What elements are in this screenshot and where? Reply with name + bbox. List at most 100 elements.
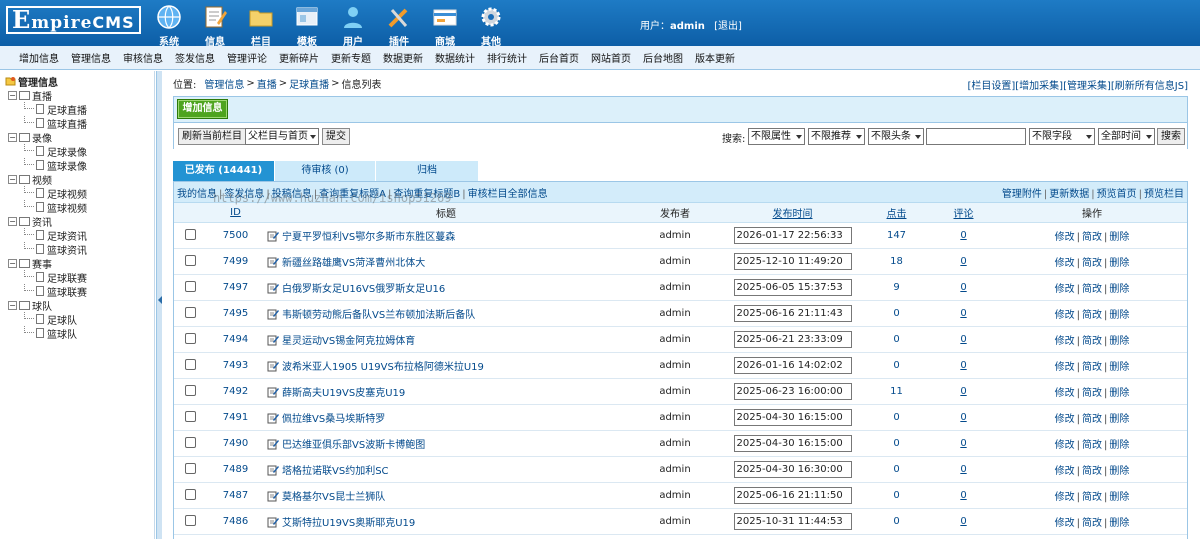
- row-time-input[interactable]: 2025-04-30 16:15:00: [733, 434, 852, 452]
- collapse-toggle-icon[interactable]: −: [8, 132, 17, 142]
- quick-edit-link[interactable]: 简改: [1082, 518, 1102, 529]
- row-title-link[interactable]: 艾斯特拉U19VS奥斯耶克U19: [282, 518, 415, 529]
- row-title-link[interactable]: 韦斯顿劳动熊后备队VS兰布顿加法斯后备队: [282, 310, 475, 321]
- quick-edit-link[interactable]: 简改: [1082, 258, 1102, 269]
- edit-link[interactable]: 修改: [1055, 232, 1075, 243]
- tree-leaf[interactable]: 篮球视频: [0, 200, 154, 215]
- edit-note-icon[interactable]: [267, 334, 279, 346]
- breadcrumb-item[interactable]: 足球直播: [289, 76, 329, 91]
- row-title-link[interactable]: 宁夏平罗恒利VS鄂尔多斯市东胜区蔓森: [282, 232, 455, 243]
- refresh-all-js-link[interactable]: [刷新所有信息JS]: [1111, 81, 1188, 92]
- collapse-toggle-icon[interactable]: −: [8, 300, 17, 310]
- top-nav-pencil-note[interactable]: 信息: [192, 1, 238, 48]
- row-title-link[interactable]: 白俄罗斯女足U16VS俄罗斯女足U16: [282, 284, 445, 295]
- list-link[interactable]: 管理附件: [1002, 189, 1042, 200]
- tree-leaf[interactable]: 足球资讯: [0, 228, 154, 243]
- breadcrumb-item[interactable]: 管理信息: [204, 76, 244, 91]
- edit-link[interactable]: 修改: [1055, 336, 1075, 347]
- menu-item[interactable]: 版本更新: [695, 50, 735, 65]
- row-checkbox[interactable]: [185, 437, 196, 449]
- tree-leaf[interactable]: 足球联赛: [0, 270, 154, 285]
- row-comments-link[interactable]: 0: [960, 516, 966, 527]
- row-comments-link[interactable]: 0: [960, 308, 966, 319]
- breadcrumb-item[interactable]: 直播: [257, 76, 277, 91]
- list-link[interactable]: 更新数据: [1049, 189, 1089, 200]
- tree-node-3[interactable]: − 资讯: [0, 214, 154, 229]
- row-comments-link[interactable]: 0: [960, 282, 966, 293]
- row-time-input[interactable]: 2025-06-23 16:00:00: [733, 382, 852, 400]
- row-title-link[interactable]: 巴达维亚俱乐部VS波斯卡博鲍图: [282, 440, 425, 451]
- quick-edit-link[interactable]: 简改: [1082, 284, 1102, 295]
- delete-link[interactable]: 删除: [1109, 232, 1129, 243]
- row-time-input[interactable]: 2025-06-05 15:37:53: [733, 278, 852, 296]
- tree-leaf[interactable]: 篮球直播: [0, 116, 154, 131]
- row-time-input[interactable]: 2026-01-17 22:56:33: [733, 226, 852, 244]
- edit-link[interactable]: 修改: [1055, 284, 1075, 295]
- list-link[interactable]: 我的信息: [177, 189, 217, 200]
- edit-note-icon[interactable]: [267, 490, 279, 502]
- tree-leaf[interactable]: 足球直播: [0, 102, 154, 117]
- sidebar-splitter[interactable]: [156, 71, 162, 539]
- edit-note-icon[interactable]: [267, 256, 279, 268]
- quick-edit-link[interactable]: 简改: [1082, 336, 1102, 347]
- tree-root[interactable]: 管理信息: [0, 75, 154, 89]
- tree-leaf[interactable]: 篮球联赛: [0, 284, 154, 299]
- collapse-toggle-icon[interactable]: −: [8, 258, 17, 268]
- delete-link[interactable]: 删除: [1109, 258, 1129, 269]
- row-checkbox[interactable]: [185, 411, 196, 423]
- delete-link[interactable]: 删除: [1109, 466, 1129, 477]
- row-title-link[interactable]: 莫格基尔VS昆士兰狮队: [282, 492, 385, 503]
- tree-node-4[interactable]: − 赛事: [0, 256, 154, 271]
- quick-edit-link[interactable]: 简改: [1082, 388, 1102, 399]
- row-title-link[interactable]: 薛斯高夫U19VS皮塞克U19: [282, 388, 405, 399]
- top-nav-gear[interactable]: 其他: [468, 1, 514, 48]
- tab-0[interactable]: 已发布 (14441): [173, 161, 274, 181]
- tree-node-1[interactable]: − 录像: [0, 130, 154, 145]
- col-id[interactable]: ID: [207, 203, 264, 223]
- delete-link[interactable]: 删除: [1109, 336, 1129, 347]
- row-time-input[interactable]: 2025-04-30 16:30:00: [733, 460, 852, 478]
- menu-item[interactable]: 更新专题: [331, 50, 371, 65]
- row-checkbox[interactable]: [185, 515, 196, 527]
- top-nav-folder[interactable]: 栏目: [238, 1, 284, 48]
- menu-item[interactable]: 后台首页: [539, 50, 579, 65]
- column-settings-link[interactable]: [栏目设置]: [967, 81, 1015, 92]
- row-time-input[interactable]: 2025-12-10 11:49:20: [733, 252, 852, 270]
- row-comments-link[interactable]: 0: [960, 360, 966, 371]
- list-link[interactable]: 签发信息: [224, 189, 264, 200]
- edit-link[interactable]: 修改: [1055, 258, 1075, 269]
- edit-link[interactable]: 修改: [1055, 440, 1075, 451]
- delete-link[interactable]: 删除: [1109, 518, 1129, 529]
- top-nav-shop-card[interactable]: 商城: [422, 1, 468, 48]
- list-link[interactable]: 预览首页: [1097, 189, 1137, 200]
- edit-link[interactable]: 修改: [1055, 492, 1075, 503]
- row-comments-link[interactable]: 0: [960, 412, 966, 423]
- edit-note-icon[interactable]: [267, 516, 279, 528]
- row-time-input[interactable]: 2025-06-21 23:33:09: [733, 330, 852, 348]
- edit-note-icon[interactable]: [267, 412, 279, 424]
- row-comments-link[interactable]: 0: [960, 490, 966, 501]
- row-checkbox[interactable]: [185, 307, 196, 319]
- edit-link[interactable]: 修改: [1055, 310, 1075, 321]
- add-collection-link[interactable]: [增加采集]: [1015, 81, 1063, 92]
- menu-item[interactable]: 管理评论: [227, 50, 267, 65]
- search-button[interactable]: 搜索: [1157, 128, 1185, 145]
- tree-node-2[interactable]: − 视频: [0, 172, 154, 187]
- row-comments-link[interactable]: 0: [960, 230, 966, 241]
- collapse-toggle-icon[interactable]: −: [8, 90, 17, 100]
- col-comments[interactable]: 评论: [930, 203, 997, 223]
- list-link[interactable]: 查询重复标题A: [319, 189, 386, 200]
- tree-leaf[interactable]: 足球录像: [0, 144, 154, 159]
- top-nav-template-window[interactable]: 模板: [284, 1, 330, 48]
- menu-item[interactable]: 排行统计: [487, 50, 527, 65]
- row-time-input[interactable]: 2025-06-16 21:11:43: [733, 304, 852, 322]
- col-clicks[interactable]: 点击: [863, 203, 930, 223]
- collapse-toggle-icon[interactable]: −: [8, 216, 17, 226]
- page-select[interactable]: 父栏目与首页: [245, 128, 319, 145]
- tree-node-5[interactable]: − 球队: [0, 298, 154, 313]
- refresh-column-button[interactable]: 刷新当前栏目: [178, 128, 246, 145]
- row-time-input[interactable]: 2025-04-30 16:15:00: [733, 408, 852, 426]
- edit-note-icon[interactable]: [267, 308, 279, 320]
- menu-item[interactable]: 签发信息: [175, 50, 215, 65]
- attribute-filter-select[interactable]: 不限属性: [748, 128, 805, 145]
